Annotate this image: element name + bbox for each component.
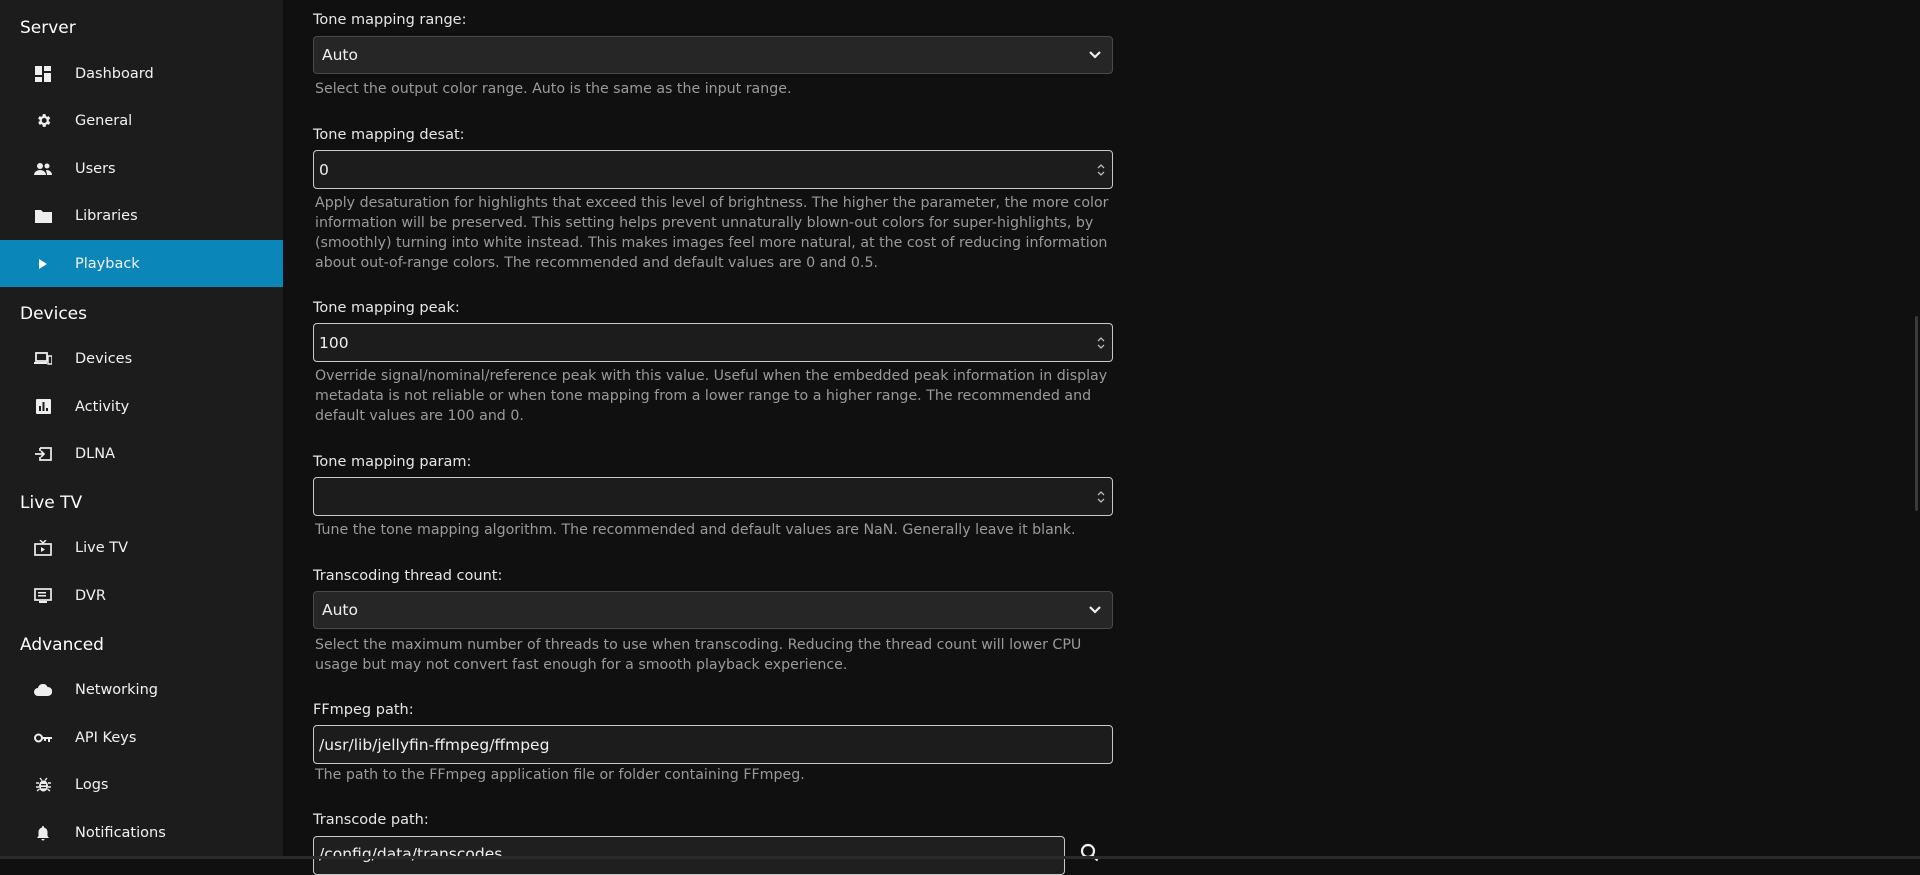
- dashboard-icon: [34, 65, 52, 83]
- sidebar-item-playback[interactable]: Playback: [0, 240, 283, 287]
- transcoding-thread-count-label: Transcoding thread count:: [313, 568, 503, 584]
- tone-mapping-range-select[interactable]: Auto: [313, 36, 1113, 74]
- sidebar-item-notifications[interactable]: Notifications: [0, 809, 283, 856]
- chevron-down-icon: [1089, 606, 1101, 614]
- sidebar-item-users[interactable]: Users: [0, 145, 283, 192]
- tone-mapping-desat-label: Tone mapping desat:: [313, 127, 465, 143]
- sidebar-item-label: API Keys: [75, 729, 137, 746]
- sidebar-item-label: Users: [75, 160, 116, 177]
- sidebar-item-activity[interactable]: Activity: [0, 383, 283, 430]
- sidebar-item-networking[interactable]: Networking: [0, 666, 283, 713]
- section-title-devices: Devices: [20, 304, 87, 324]
- sidebar: Server Dashboard General Users Libraries…: [0, 0, 283, 859]
- key-icon: [34, 729, 52, 747]
- sidebar-item-dvr[interactable]: DVR: [0, 572, 283, 619]
- scrollbar[interactable]: [1913, 0, 1920, 859]
- number-spinner-icon[interactable]: [1096, 489, 1106, 505]
- dvr-icon: [34, 587, 52, 605]
- sidebar-item-label: Playback: [75, 255, 140, 272]
- bell-icon: [34, 824, 52, 842]
- tone-mapping-desat-value: 0: [319, 160, 329, 179]
- tone-mapping-range-label: Tone mapping range:: [313, 12, 467, 28]
- ffmpeg-path-input[interactable]: /usr/lib/jellyfin-ffmpeg/ffmpeg: [313, 725, 1113, 764]
- scrollbar-thumb[interactable]: [1915, 316, 1918, 511]
- sidebar-item-label: Notifications: [75, 824, 166, 841]
- sidebar-item-general[interactable]: General: [0, 97, 283, 144]
- tone-mapping-peak-label: Tone mapping peak:: [313, 300, 460, 316]
- sidebar-item-libraries[interactable]: Libraries: [0, 192, 283, 239]
- ffmpeg-path-label: FFmpeg path:: [313, 702, 414, 718]
- play-icon: [34, 255, 52, 273]
- tone-mapping-range-help: Select the output color range. Auto is t…: [315, 81, 792, 97]
- sidebar-item-label: General: [75, 112, 133, 129]
- ffmpeg-path-value: /usr/lib/jellyfin-ffmpeg/ffmpeg: [319, 735, 550, 754]
- tone-mapping-desat-input[interactable]: 0: [313, 150, 1113, 189]
- number-spinner-icon[interactable]: [1096, 162, 1106, 178]
- sidebar-item-logs[interactable]: Logs: [0, 761, 283, 808]
- sidebar-item-label: Logs: [75, 776, 109, 793]
- tone-mapping-range-value: Auto: [322, 46, 358, 64]
- section-title-live-tv: Live TV: [20, 493, 83, 513]
- transcoding-thread-count-value: Auto: [322, 601, 358, 619]
- tone-mapping-param-input[interactable]: [313, 477, 1113, 516]
- tone-mapping-param-label: Tone mapping param:: [313, 454, 472, 470]
- sidebar-item-live-tv[interactable]: Live TV: [0, 524, 283, 571]
- search-icon[interactable]: [1079, 842, 1099, 862]
- live-tv-icon: [34, 539, 52, 557]
- ffmpeg-path-help: The path to the FFmpeg application file …: [315, 767, 805, 783]
- users-icon: [34, 160, 52, 178]
- sidebar-item-label: Devices: [75, 350, 133, 367]
- sidebar-item-label: Live TV: [75, 539, 128, 556]
- sidebar-item-label: Libraries: [75, 207, 138, 224]
- transcoding-thread-count-help: Select the maximum number of threads to …: [315, 637, 1082, 673]
- gear-icon: [34, 112, 52, 130]
- cloud-icon: [34, 681, 52, 699]
- activity-chart-icon: [34, 398, 52, 416]
- sidebar-item-dlna[interactable]: DLNA: [0, 430, 283, 477]
- chevron-down-icon: [1089, 51, 1101, 59]
- section-title-advanced: Advanced: [20, 635, 104, 655]
- transcoding-thread-count-select[interactable]: Auto: [313, 591, 1113, 629]
- tone-mapping-desat-help: Apply desaturation for highlights that e…: [315, 195, 1109, 271]
- transcode-path-label: Transcode path:: [313, 812, 429, 828]
- sidebar-item-dashboard[interactable]: Dashboard: [0, 50, 283, 97]
- tone-mapping-param-help: Tune the tone mapping algorithm. The rec…: [315, 522, 1076, 538]
- devices-icon: [34, 350, 52, 368]
- sidebar-item-label: Activity: [75, 398, 130, 415]
- bug-icon: [34, 776, 52, 794]
- dlna-input-icon: [34, 445, 52, 463]
- tone-mapping-peak-value: 100: [319, 333, 349, 352]
- sidebar-item-label: Networking: [75, 681, 158, 698]
- sidebar-item-label: DVR: [75, 587, 106, 604]
- sidebar-item-api-keys[interactable]: API Keys: [0, 714, 283, 761]
- sidebar-item-label: DLNA: [75, 445, 116, 462]
- tone-mapping-peak-input[interactable]: 100: [313, 323, 1113, 362]
- sidebar-item-devices[interactable]: Devices: [0, 335, 283, 382]
- tone-mapping-peak-help: Override signal/nominal/reference peak w…: [315, 368, 1108, 424]
- sidebar-item-label: Dashboard: [75, 65, 154, 82]
- number-spinner-icon[interactable]: [1096, 335, 1106, 351]
- main-content: Tone mapping range: Auto Select the outp…: [283, 0, 1920, 875]
- transcode-path-value: /config/data/transcodes: [319, 845, 503, 863]
- folder-icon: [34, 207, 52, 225]
- section-title-server: Server: [20, 18, 76, 38]
